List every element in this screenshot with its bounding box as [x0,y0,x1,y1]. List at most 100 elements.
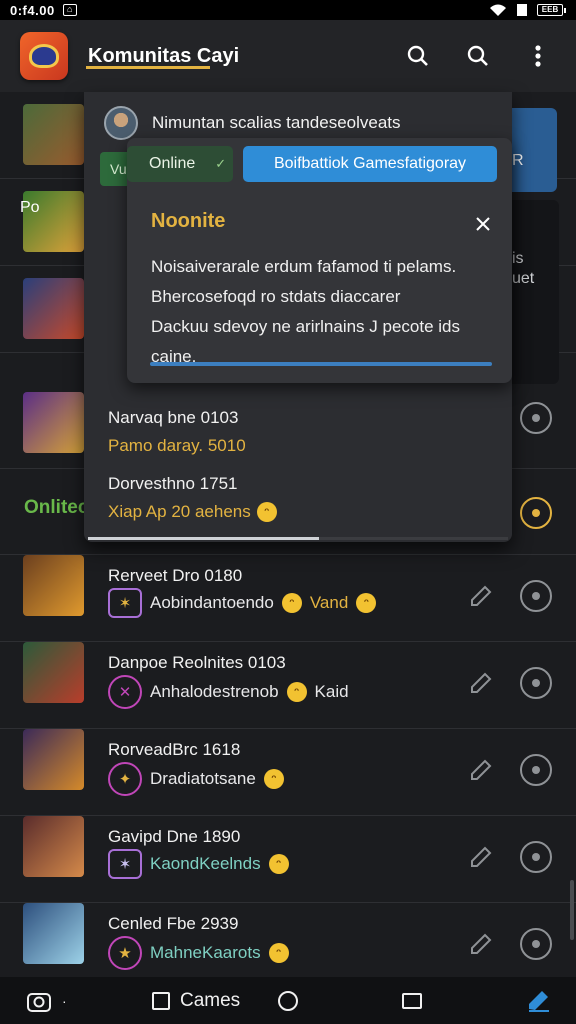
game-thumbnail [23,555,84,616]
background-card: R [512,108,557,192]
game-subtitle: ✶ KaondKeelnds ᵔ [108,849,289,879]
side-text: R [512,152,524,169]
list-item[interactable]: Danpoe Reolnites 0103 ✕ Anhalodestrenob … [0,642,576,729]
edit-icon[interactable] [464,579,498,613]
game-thumbnail [23,816,84,877]
more-vert-icon[interactable] [520,38,556,74]
game-thumbnail [23,903,84,964]
game-title: Danpoe Reolnites 0103 [108,653,286,672]
rank-icon: ✶ [108,588,142,618]
online-status-button[interactable]: Online ✓ [127,146,233,182]
compose-icon[interactable] [526,977,552,1024]
user-header[interactable]: Nimuntan scalias tandeseolveats [104,106,401,140]
game-sub-text: MahneKaarots [150,943,261,962]
notice-line: Noisaiverarale erdum fafamod ti pelams. [151,257,457,276]
game-thumbnail [23,104,84,165]
notice-title: Noonite [151,210,226,232]
list-item[interactable]: RorveadBrc 1618 ✦ Dradiatotsane ᵔ [0,729,576,816]
edit-icon[interactable] [464,927,498,961]
side-text: uet [512,270,535,287]
recents-button[interactable] [402,977,422,1024]
home-button[interactable] [278,977,298,1024]
list-item[interactable]: Gavipd Dne 1890 ✶ KaondKeelnds ᵔ [0,816,576,903]
rank-icon: ★ [108,936,142,970]
rank-icon: ✕ [108,675,142,709]
notification-icon: ⌂ [62,4,77,16]
rank-icon: ✶ [108,849,142,879]
app-bar: Komunitas Cayi [0,20,576,92]
notice-line: Dackuu sdevoy ne arirlnains J pecote ids [151,317,460,336]
edit-icon[interactable] [464,840,498,874]
chevron-down-icon: ✓ [215,156,227,171]
game-sub-text: Anhalodestrenob [150,682,279,701]
emoji-icon: ᵔ [268,943,289,963]
camera-icon[interactable]: · [26,977,67,1024]
app-logo[interactable] [20,32,68,80]
game-sub-text: KaondKeelnds [150,854,261,873]
game-thumbnail [23,392,84,453]
title-underline [86,66,210,69]
game-thumbnail [23,729,84,790]
game-sub-text: Xiap Ap 20 aehens [108,502,251,521]
game-subtitle: ★ MahneKaarots ᵔ [108,936,289,970]
game-title: Cenled Fbe 2939 [108,914,239,933]
username: Nimuntan scalias tandeseolveats [152,113,401,132]
rank-icon: ✦ [108,762,142,796]
game-title: Gavipd Dne 1890 [108,827,241,846]
online-label: Onlitec [24,497,89,518]
play-button[interactable] [520,667,552,699]
list-item[interactable]: Cenled Fbe 2939 ★ MahneKaarots ᵔ [0,903,576,977]
wifi-icon [490,4,506,16]
play-button[interactable] [520,402,552,434]
play-button[interactable] [520,928,552,960]
emoji-icon: ᵔ [263,769,284,789]
notice-line: Bhercosefoqd ro stdats diaccarer [151,287,401,306]
close-icon[interactable] [471,212,495,236]
game-thumbnail [23,642,84,703]
game-subtitle: Xiap Ap 20 aehens ᵔ [108,502,277,522]
game-subtitle: ✦ Dradiatotsane ᵔ [108,762,284,796]
search-icon-secondary[interactable] [460,38,496,74]
game-subtitle: Pamo daray. 5010 [108,436,246,455]
notice-body: Noisaiverarale erdum fafamod ti pelams. … [151,252,491,372]
status-time: 0:f4.00 [10,2,55,18]
side-tag: Vu [100,152,128,186]
game-thumbnail [23,278,84,339]
emoji-icon: ᵔ [256,502,277,522]
avatar [104,106,138,140]
emoji-icon: ᵔ [268,854,289,874]
play-button[interactable] [520,580,552,612]
list-item[interactable]: Rerveet Dro 0180 ✶ Aobindantoendo ᵔ Vand… [0,555,576,642]
game-tag: Vand [309,593,349,612]
app-title: Komunitas Cayi [88,44,240,67]
emoji-icon: ᵔ [281,593,302,613]
play-button[interactable] [520,841,552,873]
notice-progress-bar [150,362,492,366]
status-bar: 0:f4.00 ⌂ EEB [0,0,576,20]
progress-fill [88,537,319,540]
online-label: Online [149,155,196,172]
game-title: RorveadBrc 1618 [108,740,241,759]
game-title: Narvaq bne 0103 [108,408,239,427]
background-card: is uet [512,200,559,384]
side-text: is [512,250,524,267]
notice-card: Online ✓ Boifbattiok Gamesfatigoray Noon… [127,138,512,383]
game-subtitle: ✕ Anhalodestrenob ᵔ Kaid [108,675,349,709]
game-sub-text: Dradiatotsane [150,769,256,788]
game-title: Dorvesthno 1751 [108,474,238,493]
nav-games[interactable]: Cames [152,977,240,1024]
edit-icon[interactable] [464,666,498,700]
search-icon[interactable] [400,38,436,74]
side-text: Po [20,199,40,216]
category-button[interactable]: Boifbattiok Gamesfatigoray [243,146,497,182]
recents-icon [402,992,422,1009]
play-button[interactable] [520,754,552,786]
home-icon [278,990,298,1011]
edit-icon[interactable] [464,753,498,787]
scrollbar[interactable] [570,880,574,940]
play-button[interactable] [520,497,552,529]
emoji-icon: ᵔ [356,593,377,613]
game-sub-text: Aobindantoendo [150,593,274,612]
games-icon [152,991,170,1010]
bottom-nav: · Cames [0,977,576,1024]
